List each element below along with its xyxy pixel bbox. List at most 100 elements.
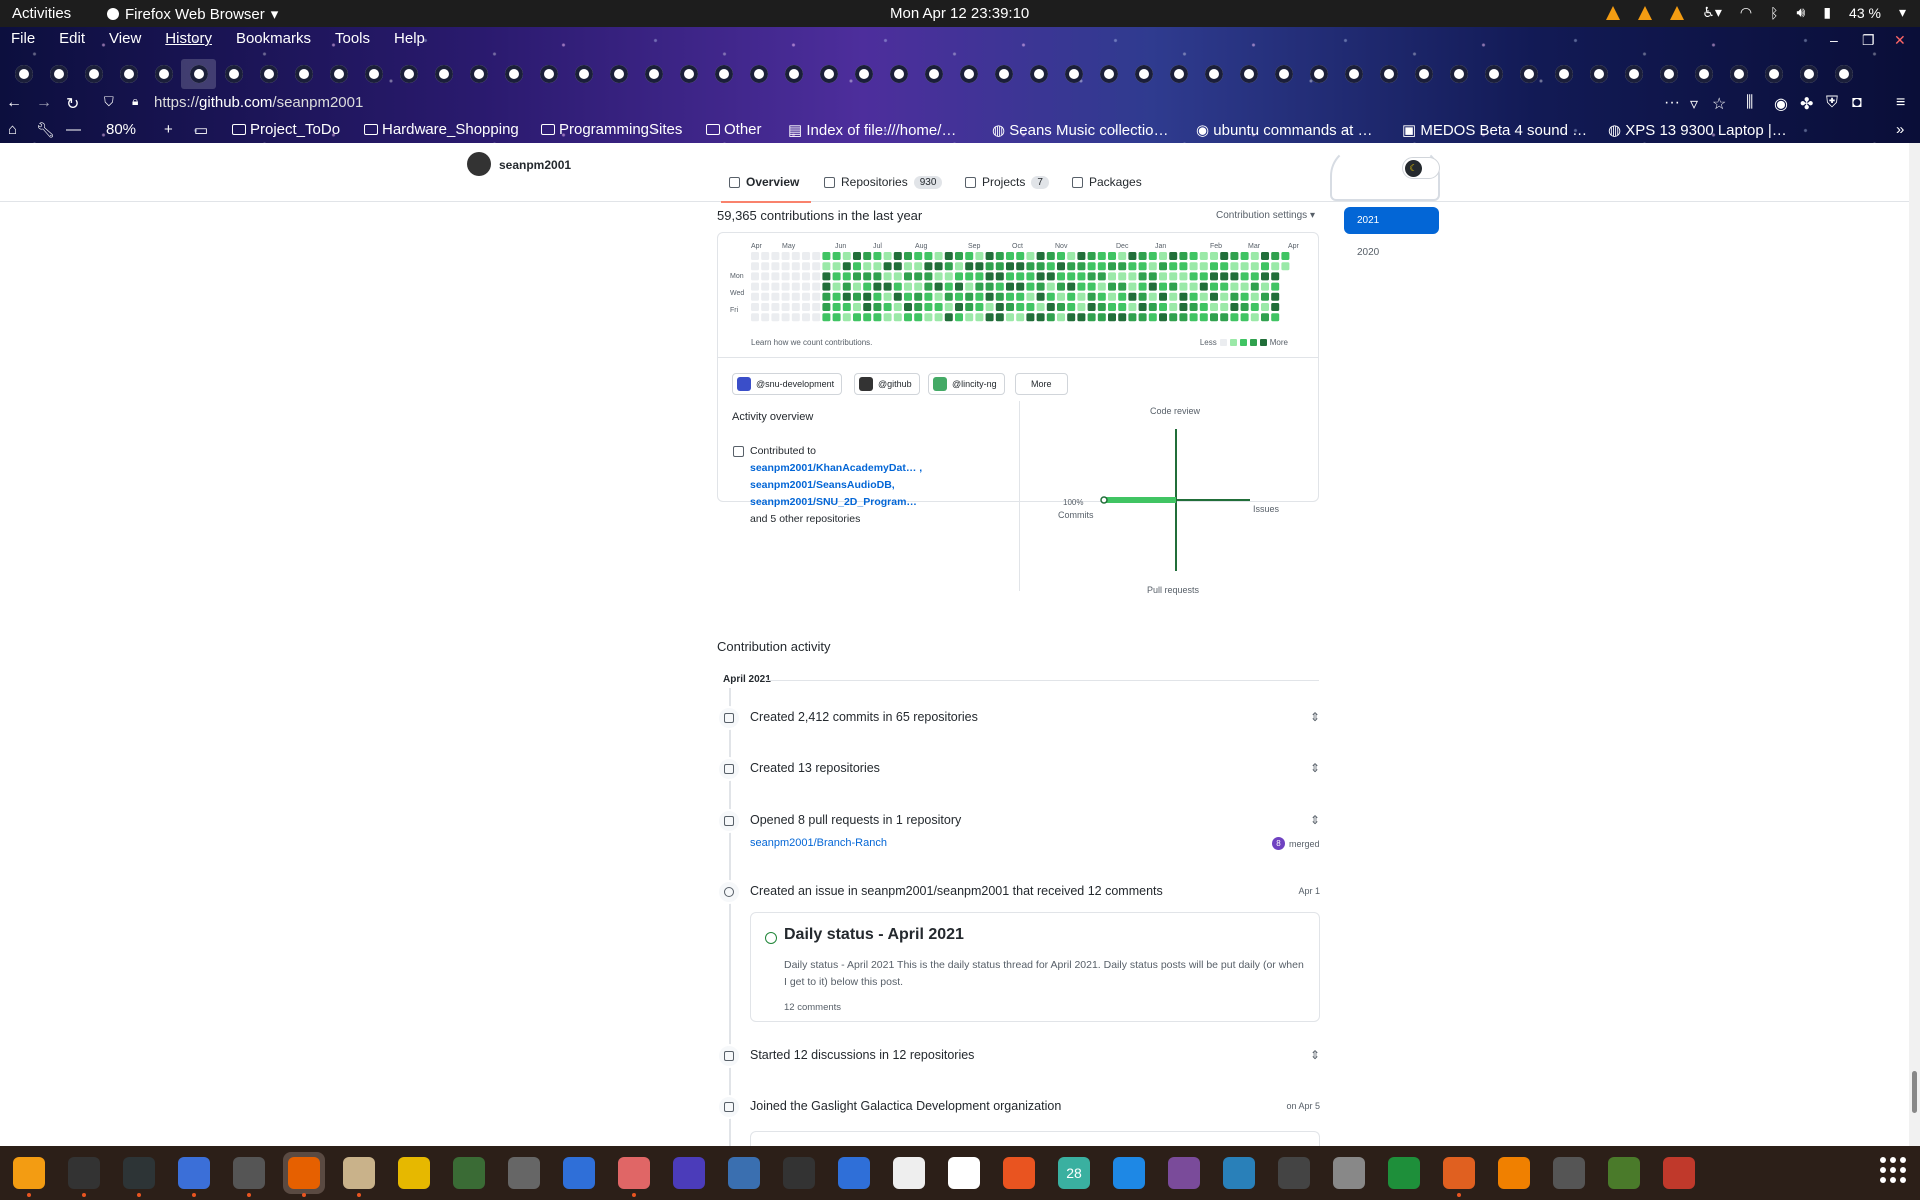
contribution-day[interactable] [853,303,861,311]
forward-icon[interactable]: → [36,94,52,112]
contribution-day[interactable] [924,303,933,311]
contribution-day[interactable] [1159,272,1167,281]
contribution-day[interactable] [1006,282,1014,291]
contribution-day[interactable] [1220,282,1229,291]
contribution-day[interactable] [1199,292,1208,301]
contribution-day[interactable] [924,272,933,281]
browser-tab[interactable] [1266,59,1301,89]
contribution-day[interactable] [873,272,882,281]
contribution-day[interactable] [1138,272,1147,281]
contribution-day[interactable] [924,292,933,301]
app-store-icon[interactable] [1273,1152,1315,1194]
battery-icon[interactable]: ▮ [1823,4,1831,21]
restore-icon[interactable]: ❐ [1862,32,1875,49]
shield-icon[interactable]: ⛉ [104,94,114,110]
help-icon[interactable] [1108,1152,1150,1194]
contribution-day[interactable] [944,313,953,322]
contribution-day[interactable] [1138,303,1147,311]
browser-tab[interactable] [671,59,706,89]
contribution-day[interactable] [1240,303,1249,311]
contribution-day[interactable] [965,252,974,260]
contribution-day[interactable] [842,292,851,301]
contribution-day[interactable] [822,282,831,291]
contribution-day[interactable] [812,303,821,311]
contribution-day[interactable] [955,252,963,260]
contribution-day[interactable] [904,282,912,291]
contribution-day[interactable] [883,272,892,281]
inkscape-icon[interactable] [778,1152,820,1194]
contribution-day[interactable] [771,272,780,281]
bookmark-other[interactable]: Other [706,121,762,138]
contribution-day[interactable] [995,262,1004,271]
contribution-day[interactable] [1067,262,1076,271]
contribution-day[interactable] [1087,303,1096,311]
clock[interactable]: Mon Apr 12 23:39:10 [890,5,1029,22]
contribution-day[interactable] [924,262,933,271]
contribution-day[interactable] [1230,252,1239,260]
year-2021[interactable]: 2021 [1344,207,1439,234]
app-menu-button[interactable]: Firefox Web Browser ▾ [107,5,278,23]
contribution-day[interactable] [791,252,800,260]
contribution-day[interactable] [812,252,821,260]
expand-icon[interactable]: ⇕ [1310,710,1320,724]
contribution-day[interactable] [995,282,1004,291]
contribution-day[interactable] [1179,313,1188,322]
contribution-day[interactable] [1006,272,1014,281]
contribution-day[interactable] [812,292,821,301]
contribution-day[interactable] [1138,262,1147,271]
contribution-day[interactable] [1097,292,1106,301]
contribution-day[interactable] [1220,272,1229,281]
contribution-day[interactable] [1169,292,1178,301]
contribution-day[interactable] [1210,252,1218,260]
contribution-day[interactable] [965,313,974,322]
issue-card[interactable]: Daily status - April 2021 Daily status -… [750,912,1320,1022]
contribution-day[interactable] [781,292,790,301]
contribution-day[interactable] [1199,252,1208,260]
repo-link[interactable]: seanpm2001/SNU_2D_Program… [750,494,922,511]
contribution-day[interactable] [873,262,882,271]
contribution-day[interactable] [751,252,759,260]
contribution-day[interactable] [1108,292,1116,301]
contribution-day[interactable] [791,313,800,322]
contribution-day[interactable] [924,313,933,322]
browser-tab[interactable] [496,59,531,89]
contribution-day[interactable] [832,262,841,271]
browser-tab[interactable] [1476,59,1511,89]
bookmark-medos[interactable]: ▣ MEDOS Beta 4 sound … [1402,121,1587,139]
contribution-day[interactable] [1036,292,1045,301]
contribution-day[interactable] [781,272,790,281]
browser-tab[interactable] [461,59,496,89]
contribution-day[interactable] [934,292,943,301]
contribution-day[interactable] [1006,292,1014,301]
contribution-day[interactable] [863,272,872,281]
contribution-day[interactable] [873,313,882,322]
contribution-day[interactable] [771,262,780,271]
expand-icon[interactable]: ⇕ [1310,813,1320,827]
contribution-day[interactable] [893,262,902,271]
browser-tab[interactable] [1091,59,1126,89]
contribution-day[interactable] [1118,262,1127,271]
contribution-day[interactable] [893,292,902,301]
minecraft-icon[interactable] [1603,1152,1645,1194]
contribution-day[interactable] [1036,313,1045,322]
contribution-day[interactable] [863,292,872,301]
contribution-day[interactable] [1271,313,1280,322]
battery-percent[interactable]: 43 % [1849,5,1881,21]
contribution-day[interactable] [1128,272,1137,281]
contribution-day[interactable] [791,303,800,311]
contribution-day[interactable] [832,252,841,260]
url-field[interactable]: https://github.com/seanpm2001 [154,94,363,111]
contribution-day[interactable] [883,262,892,271]
contribution-day[interactable] [1057,272,1065,281]
contribution-day[interactable] [1006,303,1014,311]
contribution-day[interactable] [1108,272,1116,281]
browser-tab[interactable] [1301,59,1336,89]
contribution-day[interactable] [1271,262,1280,271]
contribution-day[interactable] [1057,303,1065,311]
contribution-day[interactable] [955,303,963,311]
contribution-day[interactable] [1067,252,1076,260]
contribution-day[interactable] [751,272,759,281]
virtualbox-icon[interactable] [723,1152,765,1194]
browser-tab[interactable] [706,59,741,89]
contribution-day[interactable] [1006,313,1014,322]
